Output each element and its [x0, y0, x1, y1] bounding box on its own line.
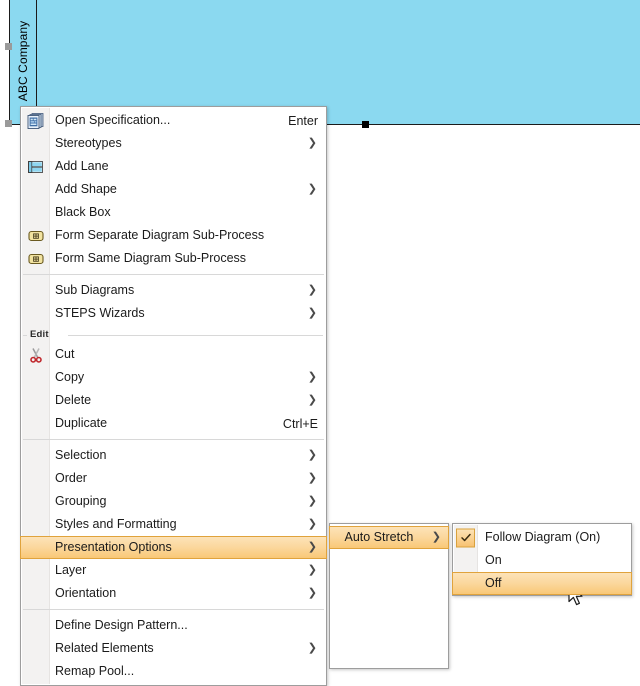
- chevron-right-icon: ❯: [307, 587, 317, 599]
- menu-item-label: Define Design Pattern...: [55, 618, 188, 632]
- menu-item-related-elements[interactable]: Related Elements ❯: [21, 637, 326, 660]
- menu-item-label: Delete: [55, 393, 92, 407]
- menu-item-form-same-diagram-sub-process[interactable]: Form Same Diagram Sub-Process: [21, 247, 326, 270]
- resize-handle-left-bottom[interactable]: [5, 120, 12, 127]
- add-lane-icon: [27, 158, 45, 175]
- menu-item-label: Form Same Diagram Sub-Process: [55, 251, 247, 265]
- menu-item-orientation[interactable]: Orientation ❯: [21, 582, 326, 605]
- menu-item-label: Grouping: [55, 494, 107, 508]
- auto-stretch-submenu[interactable]: Follow Diagram (On) On Off: [452, 523, 632, 596]
- menu-item-delete[interactable]: Delete ❯: [21, 389, 326, 412]
- menu-item-label: Sub Diagrams: [55, 283, 135, 297]
- menu-item-sub-diagrams[interactable]: Sub Diagrams ❯: [21, 279, 326, 302]
- menu-item-remap-pool[interactable]: Remap Pool...: [21, 660, 326, 683]
- menu-item-accelerator: Ctrl+E: [282, 416, 318, 431]
- menu-item-label: Orientation: [55, 586, 117, 600]
- chevron-right-icon: ❯: [431, 531, 441, 543]
- menu-group-separator-edit: Edit: [21, 328, 326, 342]
- checkmark-icon: [456, 528, 475, 547]
- menu-item-label: Order: [55, 471, 87, 485]
- menu-item-label: Open Specification...: [55, 113, 171, 127]
- sub-process-icon: [27, 250, 45, 267]
- chevron-right-icon: ❯: [307, 137, 317, 149]
- menu-item-label: Styles and Formatting: [55, 517, 177, 531]
- chevron-right-icon: ❯: [307, 449, 317, 461]
- chevron-right-icon: ❯: [307, 642, 317, 654]
- chevron-right-icon: ❯: [307, 518, 317, 530]
- menu-item-add-lane[interactable]: Add Lane: [21, 155, 326, 178]
- submenu-item-follow-diagram[interactable]: Follow Diagram (On): [453, 526, 631, 549]
- menu-item-define-design-pattern[interactable]: Define Design Pattern...: [21, 614, 326, 637]
- menu-item-label: Layer: [55, 563, 87, 577]
- submenu-item-on[interactable]: On: [453, 549, 631, 572]
- menu-item-label: Cut: [55, 347, 75, 361]
- menu-item-layer[interactable]: Layer ❯: [21, 559, 326, 582]
- submenu-item-auto-stretch[interactable]: Auto Stretch ❯: [329, 526, 449, 549]
- menu-item-label: Duplicate: [55, 416, 108, 430]
- chevron-right-icon: ❯: [307, 564, 317, 576]
- sub-process-icon: [27, 227, 45, 244]
- menu-separator: [23, 609, 324, 610]
- menu-item-stereotypes[interactable]: Stereotypes ❯: [21, 132, 326, 155]
- resize-handle-left-top[interactable]: [5, 43, 12, 50]
- submenu-item-label: Follow Diagram (On): [485, 530, 601, 544]
- menu-item-add-shape[interactable]: Add Shape ❯: [21, 178, 326, 201]
- resize-handle-bottom[interactable]: [362, 121, 369, 128]
- menu-item-label: Add Shape: [55, 182, 117, 196]
- menu-item-steps-wizards[interactable]: STEPS Wizards ❯: [21, 302, 326, 325]
- submenu-item-label: Off: [485, 576, 502, 590]
- chevron-right-icon: ❯: [307, 307, 317, 319]
- submenu-item-off[interactable]: Off: [452, 572, 632, 595]
- menu-item-black-box[interactable]: Black Box: [21, 201, 326, 224]
- chevron-right-icon: ❯: [307, 541, 317, 553]
- menu-item-styles-and-formatting[interactable]: Styles and Formatting ❯: [21, 513, 326, 536]
- chevron-right-icon: ❯: [307, 495, 317, 507]
- menu-item-label: Remap Pool...: [55, 664, 135, 678]
- menu-item-label: Copy: [55, 370, 85, 384]
- open-specification-icon: [27, 112, 45, 129]
- menu-item-order[interactable]: Order ❯: [21, 467, 326, 490]
- menu-item-label: Stereotypes: [55, 136, 122, 150]
- submenu-item-label: Auto Stretch: [344, 530, 414, 544]
- menu-item-cut[interactable]: Cut: [21, 343, 326, 366]
- menu-item-accelerator: Enter: [288, 113, 318, 128]
- chevron-right-icon: ❯: [307, 472, 317, 484]
- menu-item-open-specification[interactable]: Open Specification... Enter: [21, 109, 326, 132]
- menu-item-label: STEPS Wizards: [55, 306, 145, 320]
- menu-item-label: Black Box: [55, 205, 111, 219]
- menu-separator: [23, 274, 324, 275]
- menu-separator: [23, 439, 324, 440]
- presentation-options-submenu[interactable]: Auto Stretch ❯: [329, 523, 449, 669]
- menu-item-label: Selection: [55, 448, 107, 462]
- menu-item-grouping[interactable]: Grouping ❯: [21, 490, 326, 513]
- menu-item-selection[interactable]: Selection ❯: [21, 444, 326, 467]
- pool-context-menu[interactable]: Open Specification... Enter Stereotypes …: [20, 106, 327, 686]
- submenu-item-label: On: [485, 553, 502, 567]
- menu-item-copy[interactable]: Copy ❯: [21, 366, 326, 389]
- pool-name-label: ABC Company: [16, 20, 30, 101]
- chevron-right-icon: ❯: [307, 371, 317, 383]
- chevron-right-icon: ❯: [307, 183, 317, 195]
- menu-item-label: Add Lane: [55, 159, 109, 173]
- menu-item-label: Related Elements: [55, 641, 154, 655]
- chevron-right-icon: ❯: [307, 394, 317, 406]
- scissors-icon: [27, 346, 45, 363]
- menu-item-label: Form Separate Diagram Sub-Process: [55, 228, 265, 242]
- menu-item-label: Presentation Options: [55, 540, 172, 554]
- menu-group-label: Edit: [30, 329, 49, 340]
- menu-item-form-separate-diagram-sub-process[interactable]: Form Separate Diagram Sub-Process: [21, 224, 326, 247]
- menu-item-presentation-options[interactable]: Presentation Options ❯: [20, 536, 327, 559]
- menu-item-duplicate[interactable]: Duplicate Ctrl+E: [21, 412, 326, 435]
- chevron-right-icon: ❯: [307, 284, 317, 296]
